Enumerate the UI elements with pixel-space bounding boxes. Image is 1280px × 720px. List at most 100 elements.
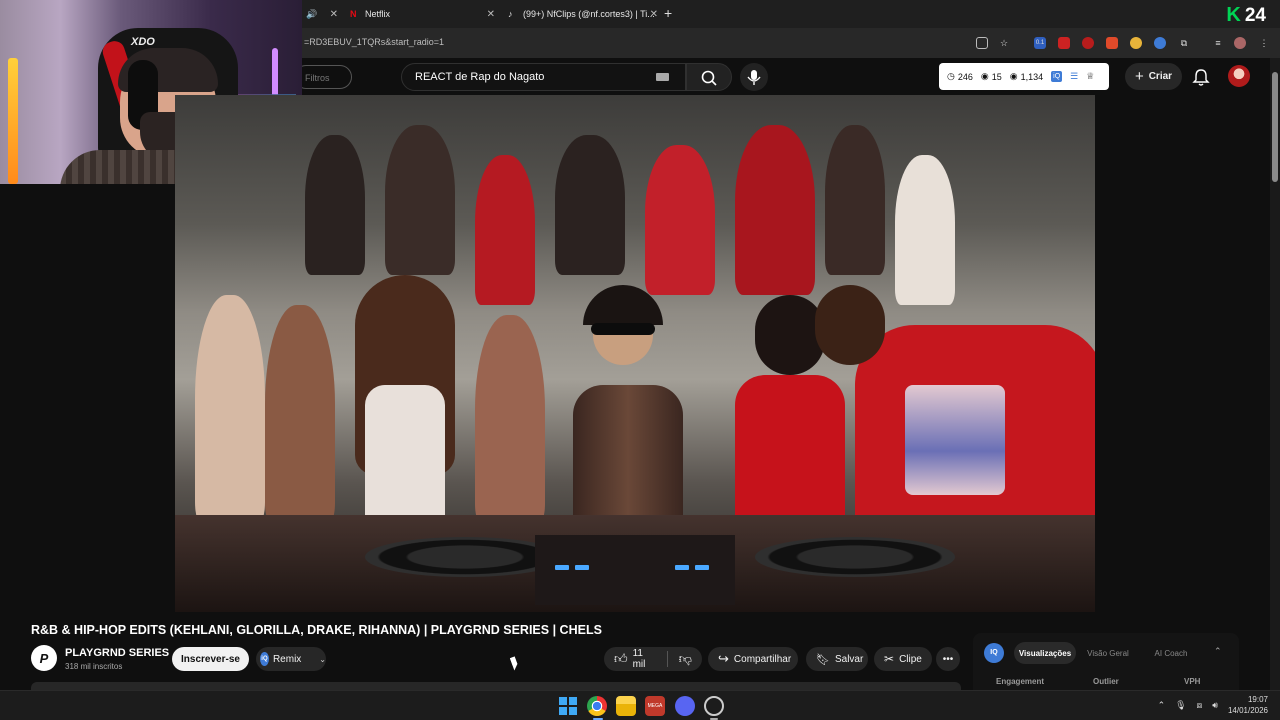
bookmark-icon: 🔖︎ [816, 653, 830, 666]
create-button[interactable]: + Criar [1125, 63, 1182, 90]
tab-tiktok[interactable]: ♪ (99+) NfClips (@nf.cortes3) | Ti... ✕ [508, 4, 658, 24]
windows-start-icon[interactable] [558, 696, 578, 716]
tab-audio[interactable]: 🔊 ✕ [306, 4, 338, 24]
clock[interactable]: 19:07 14/01/2026 [1228, 694, 1268, 716]
voice-search-button[interactable] [740, 63, 768, 91]
divider [667, 651, 668, 667]
volume-icon[interactable]: 🔊︎ [1212, 700, 1218, 711]
share-label: Compartilhar [733, 653, 792, 665]
channel-avatar[interactable]: P [31, 645, 57, 671]
crowd-person [555, 135, 625, 275]
chrome-icon[interactable] [587, 696, 607, 716]
remix-button[interactable]: iQ Remix ⌄ [256, 647, 326, 671]
speaker-icon: 🔊 [306, 9, 318, 19]
account-avatar[interactable] [1228, 65, 1250, 87]
scissors-icon: ✂ [884, 652, 895, 666]
extension-icon[interactable] [1130, 37, 1142, 49]
crowd-person [645, 145, 715, 295]
menu-kebab-icon[interactable]: ⋮ [1258, 37, 1270, 49]
vidiq-logo-icon: IQ [984, 643, 1004, 663]
network-icon[interactable]: ⧈ [1197, 700, 1203, 711]
eye-icon: ◉ [1009, 71, 1018, 81]
tab-netflix[interactable]: N Netflix ✕ [350, 4, 495, 24]
vidiq-icon[interactable]: iQ [1051, 71, 1063, 82]
mega-app-icon[interactable]: MEGA [645, 696, 665, 716]
keyboard-icon[interactable] [656, 73, 669, 81]
dj-sunglasses [591, 323, 655, 335]
chevron-up-icon[interactable]: ⌃ [1158, 700, 1166, 711]
windows-taskbar: MEGA ⌃ 🎙︎ ⧈ 🔊︎ 19:07 14/01/2026 [0, 690, 1280, 720]
subscriber-count: 318 mil inscritos [65, 662, 123, 671]
url-field[interactable]: =RD3EBUV_1TQRs&start_radio=1 [304, 37, 444, 47]
start-tile [559, 697, 567, 705]
chair-logo: XDO [131, 36, 155, 48]
start-tile [569, 707, 577, 715]
channel-name[interactable]: PLAYGRND SERIES [65, 647, 169, 659]
thumbs-down-icon[interactable]: 👎︎ [679, 651, 692, 667]
dancer-left [345, 275, 465, 535]
thumbs-up-icon[interactable]: 👍︎ [614, 651, 628, 667]
video-title: R&B & HIP-HOP EDITS (KEHLANI, GLORILLA, … [31, 623, 602, 637]
clip-button[interactable]: ✂ Clipe [874, 647, 932, 671]
k24-logo-icon: K [1226, 4, 1241, 26]
install-app-icon[interactable] [976, 37, 988, 49]
extension-icon[interactable]: 0.1 [1034, 37, 1046, 49]
dj-woman [553, 285, 703, 535]
extension-icon[interactable] [1106, 37, 1118, 49]
list-icon[interactable]: ☰ [1070, 71, 1078, 82]
close-tab-icon[interactable]: ✕ [487, 9, 495, 20]
share-button[interactable]: ↪ Compartilhar [708, 647, 798, 671]
like-count[interactable]: 11 mil [633, 648, 649, 670]
trophy-icon[interactable]: ♕ [1086, 71, 1094, 82]
man-red-jacket [815, 265, 1095, 555]
save-button[interactable]: 🔖︎ Salvar [806, 647, 868, 671]
bookmark-star-icon[interactable]: ☆ [998, 37, 1010, 49]
tab-ai-coach[interactable]: AI Coach [1148, 642, 1194, 664]
new-tab-button[interactable]: + [664, 5, 672, 21]
extension-icon[interactable] [1154, 37, 1166, 49]
column-outlier: Outlier [1093, 677, 1119, 686]
eye-icon: ◉ [980, 71, 989, 81]
media-control-icon[interactable]: ≡ [1212, 37, 1224, 49]
notifications-bell-icon[interactable] [1192, 68, 1210, 86]
chevron-down-icon[interactable]: ⌄ [319, 655, 326, 664]
close-tab-icon[interactable]: ✕ [330, 9, 338, 20]
description-box[interactable] [31, 682, 961, 690]
k24-overlay: K 24 [1226, 4, 1266, 27]
search-button[interactable] [686, 63, 732, 91]
filters-button[interactable]: Filtros [294, 65, 352, 89]
mixer-pad [555, 565, 569, 570]
page-scrollbar[interactable] [1270, 58, 1280, 690]
clock-date: 14/01/2026 [1227, 706, 1268, 715]
vidiq-stats-widget[interactable]: ◷ 246 ◉ 15 ◉ 1,134 iQ ☰ ♕ [939, 63, 1109, 90]
more-horizontal-icon: ••• [942, 653, 954, 665]
crowd-person [735, 125, 815, 295]
scrollbar-thumb[interactable] [1272, 72, 1278, 182]
shirt-print [905, 385, 1005, 495]
tab-visao-geral[interactable]: Visão Geral [1083, 642, 1133, 664]
more-actions-button[interactable]: ••• [936, 647, 960, 671]
puzzle-icon[interactable]: ⧉ [1178, 37, 1190, 49]
search-box[interactable]: REACT de Rap do Nagato [401, 63, 686, 91]
file-explorer-icon[interactable] [616, 696, 636, 716]
search-input[interactable]: REACT de Rap do Nagato [415, 71, 544, 83]
tab-visualizacoes[interactable]: Visualizações [1014, 642, 1076, 664]
system-tray: ⌃ 🎙︎ ⧈ 🔊︎ 19:07 14/01/2026 [1158, 694, 1268, 716]
crowd-person [475, 155, 535, 305]
subscribe-button[interactable]: Inscrever-se [172, 647, 249, 671]
chevron-up-icon[interactable]: ⌃ [1214, 646, 1222, 657]
crowd-person [475, 315, 545, 525]
profile-icon[interactable] [1234, 37, 1246, 49]
k24-count: 24 [1244, 4, 1266, 26]
extension-icon[interactable] [1082, 37, 1094, 49]
start-tile [559, 707, 567, 715]
obs-icon[interactable] [704, 696, 724, 716]
crowd-person [825, 125, 885, 275]
close-tab-icon[interactable]: ✕ [650, 9, 658, 20]
dj-hair [583, 285, 663, 325]
extension-icon[interactable] [1058, 37, 1070, 49]
discord-icon[interactable] [675, 696, 695, 716]
stat-views-a: ◉ 15 [980, 71, 1002, 82]
microphone-icon[interactable]: 🎙︎ [1175, 700, 1186, 711]
video-player[interactable] [175, 95, 1095, 612]
